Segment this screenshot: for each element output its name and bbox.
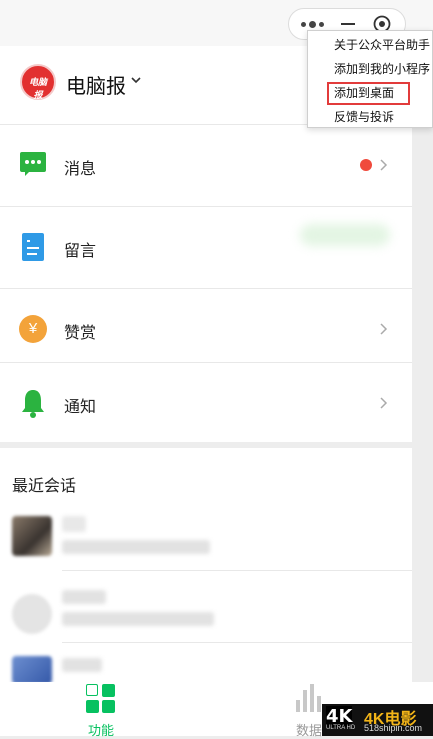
row-notification[interactable]: 通知 xyxy=(0,362,412,444)
bell-icon xyxy=(22,390,44,418)
chevron-right-icon xyxy=(380,159,388,171)
recent-sessions: 最近会话 xyxy=(0,448,412,684)
avatar xyxy=(12,516,52,556)
row-label: 通知 xyxy=(64,399,97,416)
row-comment[interactable]: 留言 xyxy=(0,206,412,288)
menu-item-add-to-desktop[interactable]: 添加到桌面 xyxy=(334,85,394,101)
session-item[interactable] xyxy=(0,584,412,644)
menu-item-about[interactable]: 关于公众平台助手 xyxy=(334,37,430,53)
tab-function[interactable]: 功能 xyxy=(88,720,114,739)
blurred-preview xyxy=(62,540,210,554)
menu-item-feedback[interactable]: 反馈与投诉 xyxy=(334,109,394,125)
comment-icon xyxy=(22,233,44,261)
chevron-down-icon[interactable] xyxy=(130,74,142,86)
blurred-name xyxy=(62,590,106,604)
session-item[interactable] xyxy=(0,514,412,574)
data-tab-icon[interactable] xyxy=(294,684,322,712)
message-icon xyxy=(20,152,46,176)
chevron-right-icon xyxy=(380,323,388,335)
account-name[interactable]: 电脑报 xyxy=(66,70,126,99)
row-label: 留言 xyxy=(64,243,97,260)
more-icon[interactable] xyxy=(299,18,333,30)
row-label: 消息 xyxy=(64,161,97,178)
minimize-icon[interactable] xyxy=(341,23,355,25)
section-title: 最近会话 xyxy=(12,478,77,495)
watermark-badge-sub: ULTRA HD xyxy=(326,725,356,731)
watermark-url: 518shipin.com xyxy=(364,723,423,733)
blurred-name xyxy=(62,516,86,532)
watermark: 4K ULTRA HD 4K电影 518shipin.com xyxy=(322,704,433,736)
blurred-name xyxy=(62,658,102,672)
watermark-badge: 4K xyxy=(326,706,353,727)
unread-dot xyxy=(360,159,372,171)
account-logo: 电脑报 xyxy=(20,64,56,100)
avatar xyxy=(12,656,52,684)
function-tab-icon[interactable] xyxy=(86,684,116,714)
tab-data[interactable]: 数据 xyxy=(296,720,322,739)
blurred-content xyxy=(300,224,390,246)
menu-item-add-to-miniprogram[interactable]: 添加到我的小程序 xyxy=(334,61,430,77)
avatar xyxy=(12,594,52,634)
row-message[interactable]: 消息 xyxy=(0,124,412,206)
row-reward[interactable]: ¥ 赞赏 xyxy=(0,288,412,370)
blurred-preview xyxy=(62,612,214,626)
chevron-right-icon xyxy=(380,397,388,409)
reward-icon: ¥ xyxy=(19,315,47,343)
more-dropdown-menu: 关于公众平台助手 添加到我的小程序 添加到桌面 反馈与投诉 xyxy=(307,30,433,128)
row-label: 赞赏 xyxy=(64,325,97,342)
